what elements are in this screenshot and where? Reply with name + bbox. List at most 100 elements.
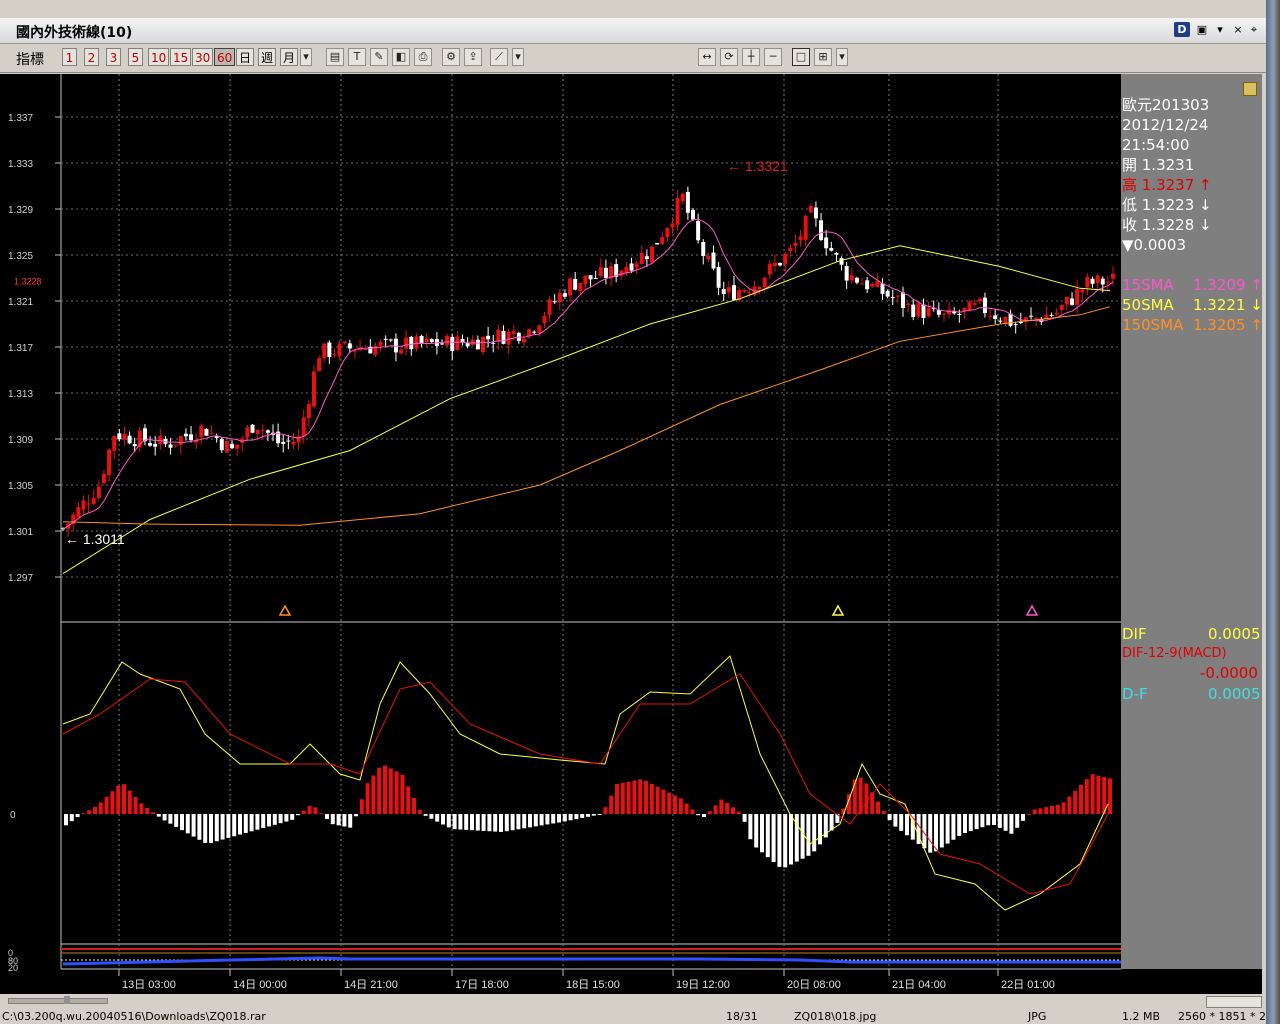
sma15-line	[62, 218, 1114, 530]
macd-bar	[545, 814, 550, 825]
macd-bar	[974, 814, 979, 830]
restore-button[interactable]: ▣	[1194, 22, 1210, 37]
close-button[interactable]: ×	[1230, 22, 1246, 37]
candle	[301, 417, 306, 437]
layout-menu-icon[interactable]: ▾	[836, 48, 848, 66]
period-30[interactable]: 30	[192, 48, 214, 66]
chart-area[interactable]: 1.337 1.333 1.329 1.325 1.321 1.317 1.313 1.309…	[0, 74, 1262, 994]
candle	[1080, 289, 1085, 292]
macd-bar	[81, 813, 86, 815]
period-day[interactable]: 日	[236, 48, 255, 66]
dif-line	[62, 655, 1109, 911]
candle	[998, 320, 1003, 322]
macd-bar	[1026, 813, 1031, 815]
text-tool-icon[interactable]: T	[348, 48, 366, 66]
candle	[532, 331, 537, 333]
settings-icon[interactable]: ⚙	[442, 48, 460, 66]
refresh-icon[interactable]: ⟳	[720, 48, 738, 66]
app-icon[interactable]: D	[1174, 22, 1190, 37]
indicator-label[interactable]: 指標	[16, 49, 44, 69]
candle	[378, 341, 383, 346]
candle	[639, 252, 644, 264]
price-chart[interactable]: 1.337 1.333 1.329 1.325 1.321 1.317 1.313 1.309…	[0, 74, 1262, 994]
period-5[interactable]: 5	[128, 48, 143, 66]
candle	[552, 301, 557, 303]
period-menu-icon[interactable]: ▾	[300, 48, 312, 66]
title-bar[interactable]: 國內外技術線(10) D ▣ ▾ × ⌖	[0, 18, 1266, 44]
macd-bar	[1061, 802, 1066, 814]
period-3[interactable]: 3	[106, 48, 121, 66]
single-pane-icon[interactable]: □	[792, 48, 810, 66]
macd-bar	[649, 783, 654, 814]
chart-type-icon[interactable]: ⟋	[490, 48, 508, 66]
macd-bar	[928, 814, 933, 853]
pen-icon[interactable]: ✎	[370, 48, 388, 66]
macd-bar	[93, 807, 97, 814]
macd-bar	[185, 814, 190, 834]
period-2[interactable]: 2	[84, 48, 99, 66]
macd-bar	[731, 807, 735, 814]
candle	[414, 336, 419, 349]
candle	[496, 329, 501, 342]
export-icon[interactable]: ⇪	[464, 48, 482, 66]
candle	[685, 191, 690, 213]
scroll-box[interactable]	[1206, 996, 1262, 1008]
macd-bar	[301, 810, 306, 814]
period-60[interactable]: 60	[214, 48, 236, 66]
period-week[interactable]: 週	[258, 48, 277, 66]
candle	[168, 444, 173, 448]
candle	[173, 444, 178, 446]
period-10[interactable]: 10	[148, 48, 170, 66]
candle	[1090, 278, 1095, 284]
candle	[1095, 275, 1100, 284]
macd-bar	[197, 814, 202, 840]
macd-bar	[626, 781, 631, 814]
sma50-value: 1.3221 ↓	[1193, 296, 1263, 314]
macd-bar	[667, 792, 672, 814]
print-icon[interactable]: ⎙	[414, 48, 432, 66]
multi-pane-icon[interactable]: ⊞	[814, 48, 832, 66]
candle	[199, 425, 204, 438]
period-1[interactable]: 1	[62, 48, 77, 66]
chart-menu-icon[interactable]: ▾	[512, 48, 524, 66]
candle	[260, 429, 265, 431]
macd-bar	[226, 814, 231, 838]
macd-bar	[278, 814, 283, 824]
grid-icon[interactable]: ▤	[326, 48, 344, 66]
signal-marker	[1025, 604, 1039, 616]
macd-line	[62, 673, 1109, 895]
macd-bar	[655, 786, 660, 814]
zoom-slider-thumb[interactable]	[64, 996, 70, 1004]
macd-bar	[98, 802, 103, 814]
candle	[230, 443, 235, 449]
time-tick-label: 14日 21:00	[344, 979, 398, 991]
remove-icon[interactable]: ─	[764, 48, 782, 66]
dropdown-button[interactable]: ▾	[1212, 22, 1228, 37]
candle	[265, 430, 270, 433]
macd-bar	[342, 814, 347, 827]
macd-bar	[267, 814, 271, 827]
macd-bar	[75, 814, 80, 818]
candle	[573, 278, 578, 290]
zoom-out-icon[interactable]: ↔	[698, 48, 716, 66]
macd-bar	[284, 814, 289, 822]
quote-high: 高 1.3237 ↑	[1122, 176, 1212, 194]
zoom-slider[interactable]	[8, 998, 108, 1004]
signal-marker	[831, 604, 845, 616]
macd-bar	[615, 784, 619, 814]
candle	[588, 275, 593, 280]
candle	[849, 275, 854, 281]
lock-icon[interactable]	[1243, 82, 1257, 96]
candle	[921, 304, 926, 318]
macd-bar	[881, 810, 886, 814]
candle	[593, 277, 598, 279]
macd-bar	[678, 798, 683, 814]
layers-icon[interactable]: ◧	[392, 48, 410, 66]
period-15[interactable]: 15	[170, 48, 192, 66]
candle	[747, 292, 752, 294]
candle	[101, 473, 106, 484]
period-month[interactable]: 月	[280, 48, 299, 66]
pin-icon[interactable]: ⌖	[1246, 22, 1262, 37]
macd-bar	[997, 814, 1002, 828]
crosshair-icon[interactable]: ┼	[742, 48, 760, 66]
